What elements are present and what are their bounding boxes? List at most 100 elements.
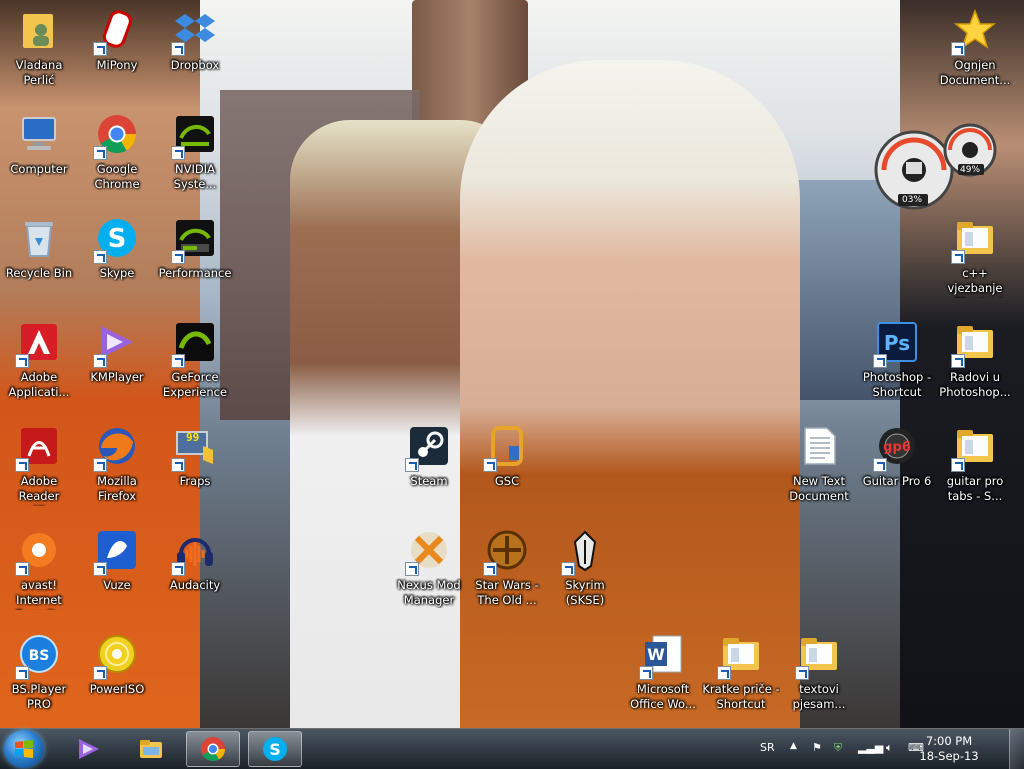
icon-label: Vuze [103, 578, 131, 592]
shortcut-arrow-icon [405, 458, 419, 472]
adobe-reader-icon[interactable]: Adobe Reader XI [0, 420, 78, 520]
network-signal-icon[interactable]: ▂▃▅ [858, 741, 883, 754]
shortcut-arrow-icon [93, 250, 107, 264]
language-indicator[interactable]: SR [760, 741, 775, 754]
icon-label: MiPony [96, 58, 138, 72]
shortcut-arrow-icon [171, 458, 185, 472]
mozilla-firefox-icon[interactable]: Mozilla Firefox [78, 420, 156, 520]
radovi-photoshop-icon[interactable]: Radovi u Photoshop... [936, 316, 1014, 416]
skyrim-icon[interactable]: Skyrim (SKSE) [546, 524, 624, 624]
gsc-icon[interactable]: GSC [468, 420, 546, 520]
svg-text:BS: BS [29, 648, 50, 664]
steam-icon[interactable]: Steam [390, 420, 468, 520]
folder-icon [717, 630, 765, 680]
icon-label: Recycle Bin [5, 266, 73, 280]
cpp-vjezbanje-icon[interactable]: c++ vjezbanje - Shortcut [936, 212, 1014, 312]
cpu-meter-gadget[interactable]: 03% 49% [872, 122, 1002, 212]
icon-label: Radovi u Photoshop... [939, 370, 1011, 399]
shortcut-arrow-icon [171, 42, 185, 56]
nexus-mod-manager-icon[interactable]: Nexus Mod Manager [390, 524, 468, 624]
icon-label: Google Chrome [94, 162, 140, 191]
vladana-folder-icon[interactable]: Vladana Perlić [0, 4, 78, 104]
icon-label: Ognjen Document... [939, 58, 1011, 87]
fraps-icon[interactable]: 99 Fraps [156, 420, 234, 520]
skyrim-icon [561, 526, 609, 576]
guitar-pro-tabs-icon[interactable]: guitar pro tabs - S... [936, 420, 1014, 520]
volume-icon[interactable]: 🔈︎ [886, 741, 893, 755]
taskbar-kmplayer-button[interactable] [62, 731, 116, 767]
adobe-application-icon[interactable]: Adobe Applicati... [0, 316, 78, 416]
taskbar-chrome-button[interactable] [186, 731, 240, 767]
taskbar: S SR ▲ ⚑ ⛨ ▂▃▅ 🔈︎ ⌨ 7:00 PM 18-Sep-13 [0, 728, 1024, 769]
explorer-folder-icon [140, 740, 162, 758]
audacity-icon [171, 526, 219, 576]
microsoft-word-icon[interactable]: W Microsoft Office Wo... [624, 628, 702, 728]
icon-label: Computer [10, 162, 68, 176]
kmplayer-icon [79, 739, 99, 759]
system-clock[interactable]: 7:00 PM 18-Sep-13 [914, 734, 984, 764]
nvidia-system-icon[interactable]: NVIDIA Syste... [156, 108, 234, 208]
svg-text:gp6: gp6 [883, 440, 911, 455]
shortcut-arrow-icon [93, 562, 107, 576]
icon-label: Kratke priče - Shortcut [702, 682, 780, 711]
security-shield-icon[interactable]: ⛨ [834, 741, 842, 755]
word-icon: W [639, 630, 687, 680]
icon-label: c++ vjezbanje - Shortcut [947, 266, 1004, 298]
shortcut-arrow-icon [951, 42, 965, 56]
poweriso-icon[interactable]: PowerISO [78, 628, 156, 728]
recycle-bin-icon[interactable]: Recycle Bin [0, 212, 78, 312]
memory-percent: 49% [960, 165, 981, 175]
taskbar-explorer-button[interactable] [124, 731, 178, 767]
photoshop-icon: Ps [873, 318, 921, 368]
google-chrome-icon[interactable]: Google Chrome [78, 108, 156, 208]
shortcut-arrow-icon [93, 458, 107, 472]
ognjen-documents-icon[interactable]: Ognjen Document... [936, 4, 1014, 104]
svg-text:99: 99 [186, 431, 199, 444]
computer-icon[interactable]: Computer [0, 108, 78, 208]
text-document-icon [795, 422, 843, 470]
dropbox-icon[interactable]: Dropbox [156, 4, 234, 104]
mipony-icon[interactable]: MiPony [78, 4, 156, 104]
textovi-pjesama-icon[interactable]: textovi pjesam... [780, 628, 858, 728]
svg-text:S: S [269, 740, 281, 759]
icon-label: Adobe Reader XI [18, 474, 60, 506]
svg-text:S: S [108, 224, 127, 254]
action-center-flag-icon[interactable]: ⚑ [812, 741, 822, 754]
start-button[interactable] [4, 730, 44, 768]
bsplayer-icon: BS [15, 630, 63, 680]
icon-label: Dropbox [170, 58, 220, 72]
bsplayer-icon[interactable]: BS BS.Player PRO [0, 628, 78, 728]
shortcut-arrow-icon [171, 562, 185, 576]
icon-label: Star Wars - The Old ... [475, 578, 539, 607]
audacity-icon[interactable]: Audacity [156, 524, 234, 624]
show-hidden-icons-button[interactable]: ▲ [790, 741, 797, 751]
guitar-pro-icon[interactable]: gp6 Guitar Pro 6 [858, 420, 936, 520]
folder-icon [951, 422, 999, 472]
firefox-icon [93, 422, 141, 472]
windows-logo-icon [15, 740, 33, 758]
icon-label: Skyrim (SKSE) [565, 578, 605, 607]
icon-label: Adobe Applicati... [8, 370, 70, 399]
dropbox-icon [171, 6, 219, 56]
show-desktop-button[interactable] [1009, 729, 1024, 769]
icon-label: GeForce Experience [162, 370, 228, 399]
guitar-pro-icon: gp6 [873, 422, 921, 472]
performance-icon[interactable]: Performance [156, 212, 234, 312]
chrome-icon [201, 737, 225, 762]
icon-label: Nexus Mod Manager [397, 578, 461, 607]
vuze-icon[interactable]: Vuze [78, 524, 156, 624]
geforce-experience-icon[interactable]: GeForce Experience [156, 316, 234, 416]
icon-label: Vladana Perlić [15, 58, 63, 87]
icon-label: textovi pjesam... [792, 682, 846, 711]
nexus-icon [405, 526, 453, 576]
star-wars-icon[interactable]: Star Wars - The Old ... [468, 524, 546, 624]
icon-label: Performance [158, 266, 232, 280]
avast-icon[interactable]: avast! Internet Security [0, 524, 78, 624]
icon-label: BS.Player PRO [11, 682, 67, 711]
photoshop-icon[interactable]: Ps Photoshop - Shortcut [858, 316, 936, 416]
new-text-document-icon[interactable]: New Text Document [780, 420, 858, 520]
skype-icon[interactable]: S Skype [78, 212, 156, 312]
kratke-price-icon[interactable]: Kratke priče - Shortcut [702, 628, 780, 728]
taskbar-skype-button[interactable]: S [248, 731, 302, 767]
kmplayer-icon[interactable]: KMPlayer [78, 316, 156, 416]
